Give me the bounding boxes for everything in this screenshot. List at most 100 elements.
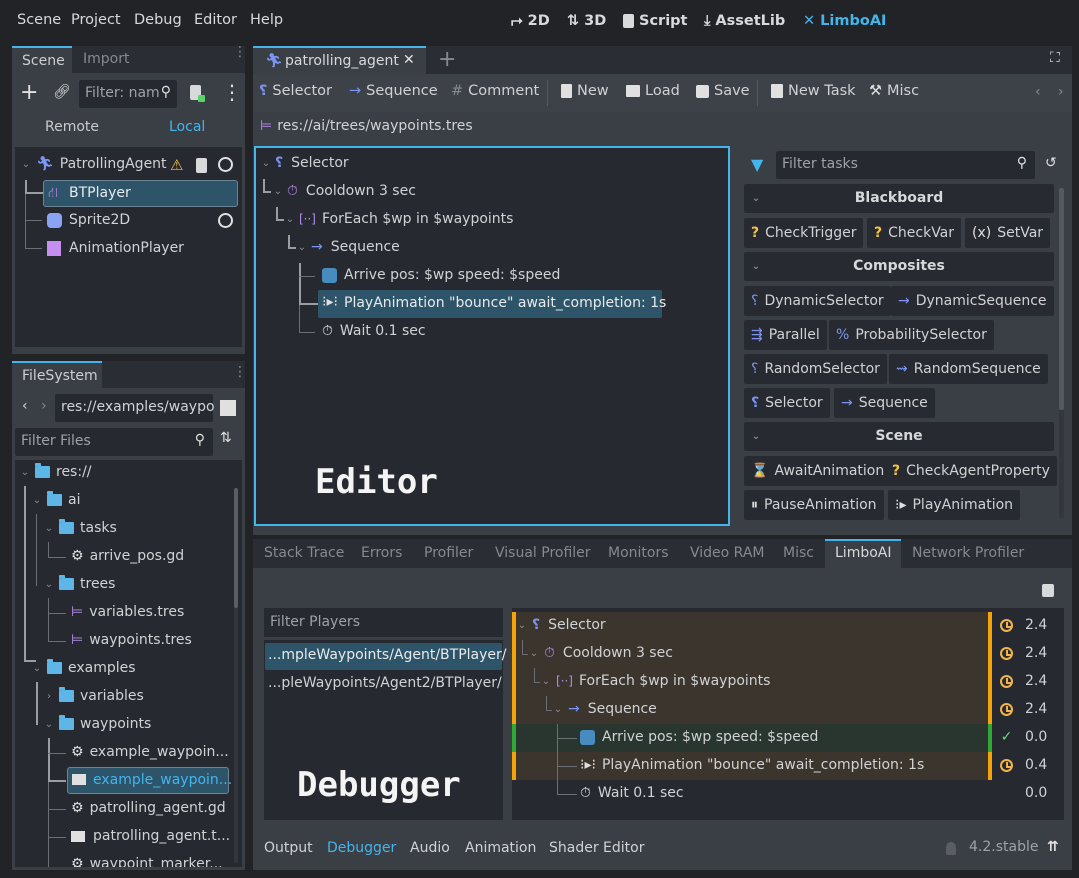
path-input[interactable]: res://examples/waypo: [55, 394, 215, 422]
bottom-tab-debugger[interactable]: Debugger: [327, 840, 396, 856]
task-btn-checkvar[interactable]: ? CheckVar: [867, 218, 962, 248]
expand-panel-icon[interactable]: ⇈: [1047, 839, 1059, 855]
filter-icon[interactable]: ▼: [751, 155, 763, 174]
file-item-example-waypoints-gd[interactable]: ⚙ example_waypoin...: [71, 744, 229, 760]
tab-limboai[interactable]: LimboAI: [825, 539, 901, 568]
tab-import[interactable]: Import: [83, 51, 129, 67]
file-item-waypoints[interactable]: ⌄ waypoints: [43, 715, 151, 732]
player-item[interactable]: ...mpleWaypoints/Agent/BTPlayer/: [265, 643, 507, 670]
file-item-res[interactable]: ⌄ res://: [19, 463, 92, 480]
history-back-icon[interactable]: ‹: [1035, 84, 1041, 100]
task-btn-dynamicsequence[interactable]: → DynamicSequence: [891, 286, 1054, 316]
forward-icon[interactable]: ›: [41, 398, 47, 414]
visibility-icon[interactable]: [218, 157, 233, 172]
tab-misc[interactable]: Misc: [783, 545, 814, 561]
chevron-down-icon[interactable]: ⌄: [540, 676, 552, 687]
comment-button[interactable]: # Comment: [451, 83, 539, 99]
resource-path[interactable]: ⊨ res://ai/trees/waypoints.tres: [260, 118, 473, 134]
chevron-down-icon[interactable]: ⌄: [528, 648, 540, 659]
tab-stack-trace[interactable]: Stack Trace: [264, 545, 344, 561]
file-item-variables[interactable]: › variables: [43, 687, 144, 704]
script-icon[interactable]: [196, 158, 207, 173]
task-sequence[interactable]: ⌄ → Sequence: [296, 239, 400, 255]
scene-node-patrollingagent[interactable]: ⌄ 🏃︎ PatrollingAgent: [20, 156, 167, 172]
debug-task-row[interactable]: ⌄ [··] ForEach $wp in $waypoints: [540, 673, 771, 689]
add-tab-icon[interactable]: +: [438, 47, 456, 72]
link-icon[interactable]: 🔗︎: [53, 84, 71, 100]
tab-profiler[interactable]: Profiler: [424, 545, 473, 561]
chevron-down-icon[interactable]: ⌄: [272, 186, 284, 197]
tab-scene[interactable]: Scene: [12, 46, 72, 73]
task-btn-selector[interactable]: ⸮ Selector: [744, 388, 830, 418]
chevron-down-icon[interactable]: ⌄: [20, 159, 32, 170]
close-icon[interactable]: ✕: [403, 52, 415, 68]
file-item-example-waypoints-tscn[interactable]: example_waypoin...: [67, 767, 232, 794]
task-btn-randomselector[interactable]: ⸮ RandomSelector: [744, 354, 887, 384]
task-btn-checktrigger[interactable]: ? CheckTrigger: [744, 218, 864, 248]
task-arrive[interactable]: Arrive pos: $wp speed: $speed: [322, 267, 560, 283]
filter-files-input[interactable]: Filter Files ⚲: [15, 428, 213, 456]
task-btn-setvar[interactable]: (x) SetVar: [965, 218, 1051, 248]
load-button[interactable]: Load: [626, 83, 680, 99]
menu-debug[interactable]: Debug: [134, 12, 182, 28]
file-item-patrolling-agent-gd[interactable]: ⚙ patrolling_agent.gd: [71, 800, 226, 816]
local-button[interactable]: Local: [169, 119, 205, 135]
selector-button[interactable]: ⸮ Selector: [259, 83, 332, 99]
task-btn-pauseanimation[interactable]: ⏸ PauseAnimation: [744, 490, 884, 520]
file-item-patrolling-agent-tscn[interactable]: patrolling_agent.t...: [71, 828, 230, 844]
menu-scene[interactable]: Scene: [17, 12, 61, 28]
new-task-button[interactable]: New Task: [771, 83, 856, 99]
remote-button[interactable]: Remote: [45, 119, 99, 135]
file-item-examples[interactable]: ⌄ examples: [31, 659, 136, 676]
save-button[interactable]: Save: [696, 83, 750, 99]
task-btn-parallel[interactable]: ⇶ Parallel: [744, 320, 827, 350]
file-item-waypoint-marker[interactable]: ⚙ waypoint_marker...: [71, 856, 223, 867]
task-btn-randomsequence[interactable]: ⇝ RandomSequence: [889, 354, 1048, 384]
dock-menu-icon[interactable]: ⋮: [233, 364, 247, 380]
filter-tasks-input[interactable]: Filter tasks ⚲: [776, 151, 1035, 179]
task-btn-checkagentproperty[interactable]: ? CheckAgentProperty: [885, 456, 1057, 486]
task-btn-awaitanimation[interactable]: ⌛ AwaitAnimation: [744, 456, 892, 486]
category-composites[interactable]: ⌄ Composites: [744, 252, 1054, 281]
chevron-down-icon[interactable]: ⌄: [284, 214, 296, 225]
tab-filesystem[interactable]: FileSystem: [12, 361, 102, 388]
new-button[interactable]: New: [561, 83, 609, 99]
player-item[interactable]: ...pleWaypoints/Agent2/BTPlayer/: [265, 671, 502, 698]
history-forward-icon[interactable]: ›: [1058, 84, 1064, 100]
menu-project[interactable]: Project: [71, 12, 121, 28]
visibility-icon[interactable]: [218, 213, 233, 228]
dock-menu-icon[interactable]: ⋮: [233, 45, 247, 59]
copy-icon[interactable]: [1042, 584, 1054, 597]
warning-icon[interactable]: ⚠: [170, 156, 183, 174]
task-btn-playanimation[interactable]: ⁝▸ PlayAnimation: [888, 490, 1021, 520]
category-blackboard[interactable]: ⌄ Blackboard: [744, 184, 1054, 213]
file-item-trees[interactable]: ⌄ trees: [43, 575, 115, 592]
bottom-tab-audio[interactable]: Audio: [410, 840, 450, 856]
workspace-3d-button[interactable]: ⇅ 3D: [567, 13, 606, 29]
file-item-tasks[interactable]: ⌄ tasks: [43, 519, 117, 536]
debug-task-row[interactable]: ⌄ ⸮ Selector: [516, 617, 606, 633]
scene-filter-input[interactable]: Filter: nam ⚲: [79, 80, 177, 108]
task-foreach[interactable]: ⌄ [··] ForEach $wp in $waypoints: [284, 211, 514, 227]
category-scene[interactable]: ⌄ Scene: [744, 422, 1054, 451]
task-wait[interactable]: ⏱︎ Wait 0.1 sec: [322, 323, 426, 339]
workspace-assetlib-button[interactable]: ⤓ AssetLib: [704, 13, 785, 29]
add-node-icon[interactable]: +: [20, 80, 38, 105]
workspace-2d-button[interactable]: ⮣ 2D: [511, 13, 550, 29]
file-item-ai[interactable]: ⌄ ai: [31, 491, 80, 508]
back-icon[interactable]: ‹: [22, 398, 28, 414]
bottom-tab-animation[interactable]: Animation: [465, 840, 536, 856]
tab-errors[interactable]: Errors: [361, 545, 402, 561]
debug-task-row[interactable]: ⁝▸⁝ PlayAnimation "bounce" await_complet…: [580, 757, 924, 773]
task-cooldown[interactable]: ⌄ ⏱︎ Cooldown 3 sec: [272, 183, 416, 199]
sort-icon[interactable]: ⇅: [220, 430, 232, 446]
debug-task-row[interactable]: ⏱︎ Wait 0.1 sec: [580, 785, 684, 801]
scene-node-animationplayer[interactable]: AnimationPlayer: [47, 240, 184, 256]
scene-node-sprite2d[interactable]: Sprite2D: [47, 212, 130, 228]
split-view-icon[interactable]: [220, 400, 236, 416]
workspace-script-button[interactable]: Script: [623, 13, 687, 29]
file-item-variables-tres[interactable]: ⊨ variables.tres: [71, 604, 184, 620]
bottom-tab-shader-editor[interactable]: Shader Editor: [549, 840, 644, 856]
tab-monitors[interactable]: Monitors: [608, 545, 669, 561]
chevron-down-icon[interactable]: ⌄: [516, 620, 528, 631]
